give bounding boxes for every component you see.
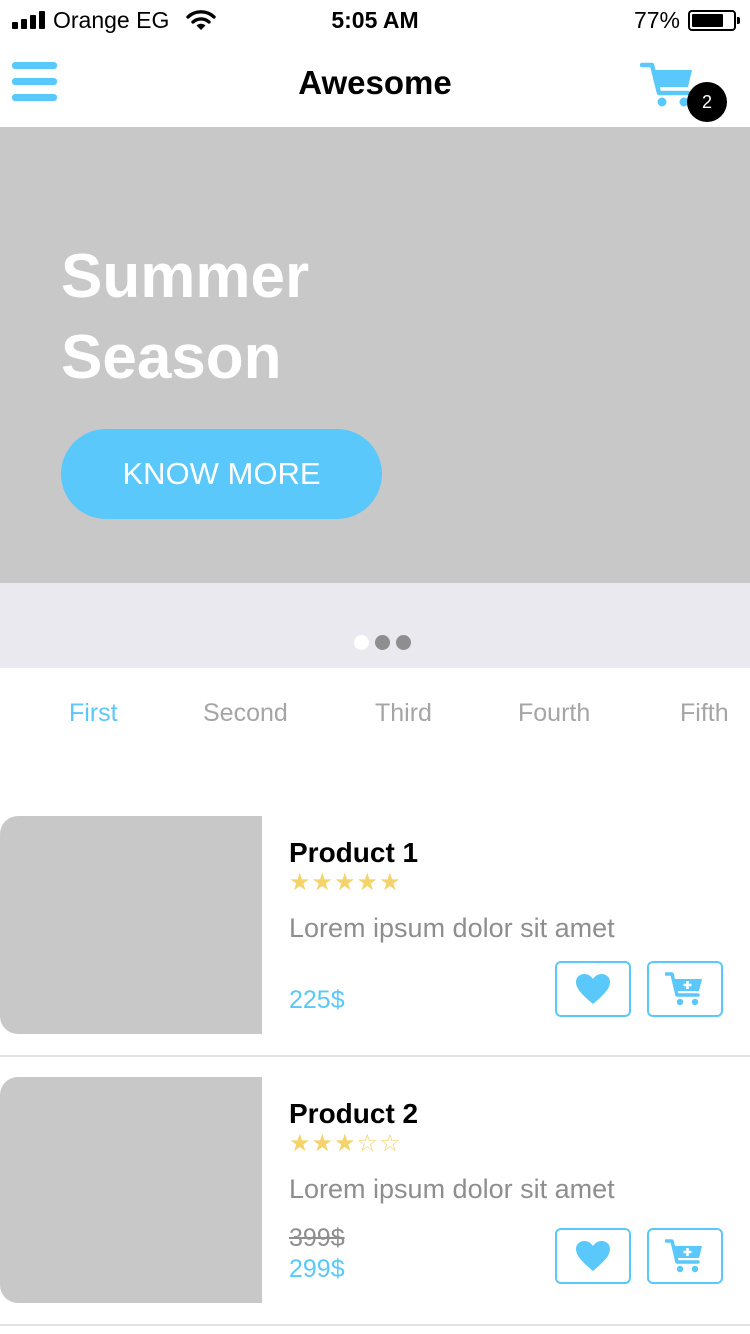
product-name: Product 2 <box>289 1098 419 1129</box>
heart-icon <box>576 1241 610 1271</box>
hero-title-line-1: Summer <box>61 242 310 311</box>
tab-third[interactable]: Third <box>375 699 432 728</box>
carousel-dot-2[interactable] <box>375 635 390 650</box>
page-title: Awesome <box>298 64 452 101</box>
know-more-button[interactable]: KNOW MORE <box>61 429 382 519</box>
hero-title-line-2: Season <box>61 323 282 392</box>
product-description: Lorem ipsum dolor sit amet <box>289 913 615 943</box>
product-rating-stars: ★★★★★ <box>289 869 402 896</box>
carousel-dot-1[interactable] <box>354 635 369 650</box>
battery-icon <box>688 10 740 31</box>
product-description: Lorem ipsum dolor sit amet <box>289 1174 615 1204</box>
cart-count-badge[interactable]: 2 <box>687 82 727 122</box>
tab-first[interactable]: First <box>69 699 118 728</box>
nav-bar: Awesome 2 <box>0 40 750 128</box>
favorite-button[interactable] <box>555 961 631 1017</box>
add-to-cart-button[interactable] <box>647 961 723 1017</box>
favorite-button[interactable] <box>555 1228 631 1284</box>
signal-bars-icon <box>12 11 46 29</box>
product-card[interactable]: Product 2 ★★★☆☆ Lorem ipsum dolor sit am… <box>0 1077 750 1326</box>
status-time: 5:05 AM <box>331 7 419 33</box>
battery-percent: 77% <box>633 7 680 33</box>
carousel-dot-3[interactable] <box>396 635 411 650</box>
product-card[interactable]: Product 1 ★★★★★ Lorem ipsum dolor sit am… <box>0 816 750 1057</box>
product-name: Product 1 <box>289 837 419 868</box>
menu-icon[interactable] <box>12 62 57 102</box>
carousel-pager <box>0 583 750 668</box>
heart-icon <box>576 974 610 1004</box>
cart-add-icon <box>665 1239 702 1273</box>
product-image <box>0 816 262 1034</box>
cart-add-icon <box>665 972 702 1006</box>
wifi-icon <box>186 10 216 30</box>
tab-second[interactable]: Second <box>203 699 288 728</box>
product-image <box>0 1077 262 1303</box>
product-old-price: 399$ <box>289 1224 345 1252</box>
hero-title: Summer Season <box>61 236 461 398</box>
add-to-cart-button[interactable] <box>647 1228 723 1284</box>
product-price: 299$ <box>289 1255 345 1283</box>
hero-banner: Summer Season KNOW MORE <box>0 128 750 583</box>
product-rating-stars: ★★★☆☆ <box>289 1130 402 1157</box>
product-price: 225$ <box>289 986 345 1014</box>
category-tabs: First Second Third Fourth Fifth <box>0 668 750 768</box>
tab-fifth[interactable]: Fifth <box>680 699 729 728</box>
tab-fourth[interactable]: Fourth <box>518 699 590 728</box>
carrier-name: Orange EG <box>53 7 170 33</box>
status-bar: Orange EG 5:05 AM 77% <box>0 0 750 40</box>
